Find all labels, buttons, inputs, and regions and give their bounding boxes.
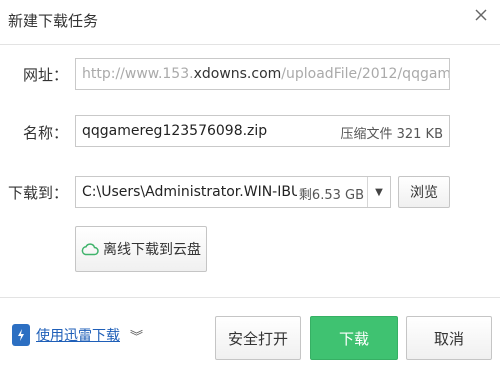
directory-value: C:\Users\Administrator.WIN-IBUU7: [82, 184, 321, 200]
directory-field[interactable]: C:\Users\Administrator.WIN-IBUU7 剩6.53 G…: [75, 176, 391, 208]
url-domain: xdowns.com: [193, 66, 282, 82]
browse-button[interactable]: 浏览: [398, 176, 450, 208]
title-divider: [0, 44, 500, 45]
close-icon: [475, 9, 487, 21]
thunder-link[interactable]: 使用迅雷下载: [36, 325, 120, 345]
dialog-title: 新建下载任务: [8, 12, 99, 30]
cloud-download-button[interactable]: 离线下载到云盘: [75, 226, 207, 272]
cloud-icon: [81, 243, 99, 256]
cancel-button[interactable]: 取消: [406, 316, 492, 360]
close-button[interactable]: [466, 0, 496, 30]
chevron-down-icon[interactable]: ︾: [130, 326, 143, 345]
thunder-option[interactable]: 使用迅雷下载 ︾: [12, 324, 143, 346]
safe-open-button[interactable]: 安全打开: [215, 316, 301, 360]
cloud-button-label: 离线下载到云盘: [103, 242, 201, 258]
free-space: 剩6.53 GB: [296, 184, 364, 203]
thunder-icon: [12, 324, 30, 346]
directory-label: 下载到：: [7, 184, 68, 202]
download-button[interactable]: 下载: [310, 316, 398, 360]
url-field[interactable]: http://www.153. xdowns.com/uploadFile/201…: [75, 58, 450, 90]
filename-value: qqgamereg123576098.zip: [82, 123, 268, 139]
footer-divider: [0, 297, 500, 298]
file-meta: 压缩文件 321 KB: [336, 123, 443, 142]
name-label: 名称：: [22, 124, 68, 142]
dropdown-arrow-icon[interactable]: ▼: [367, 177, 390, 207]
title-bar: 新建下载任务: [0, 0, 500, 44]
url-suffix: /uploadFile/2012/qqgamereg: [281, 66, 450, 82]
filename-field[interactable]: qqgamereg123576098.zip 压缩文件 321 KB: [75, 115, 450, 147]
url-prefix: http://www.153.: [82, 66, 194, 82]
url-label: 网址：: [22, 66, 68, 84]
